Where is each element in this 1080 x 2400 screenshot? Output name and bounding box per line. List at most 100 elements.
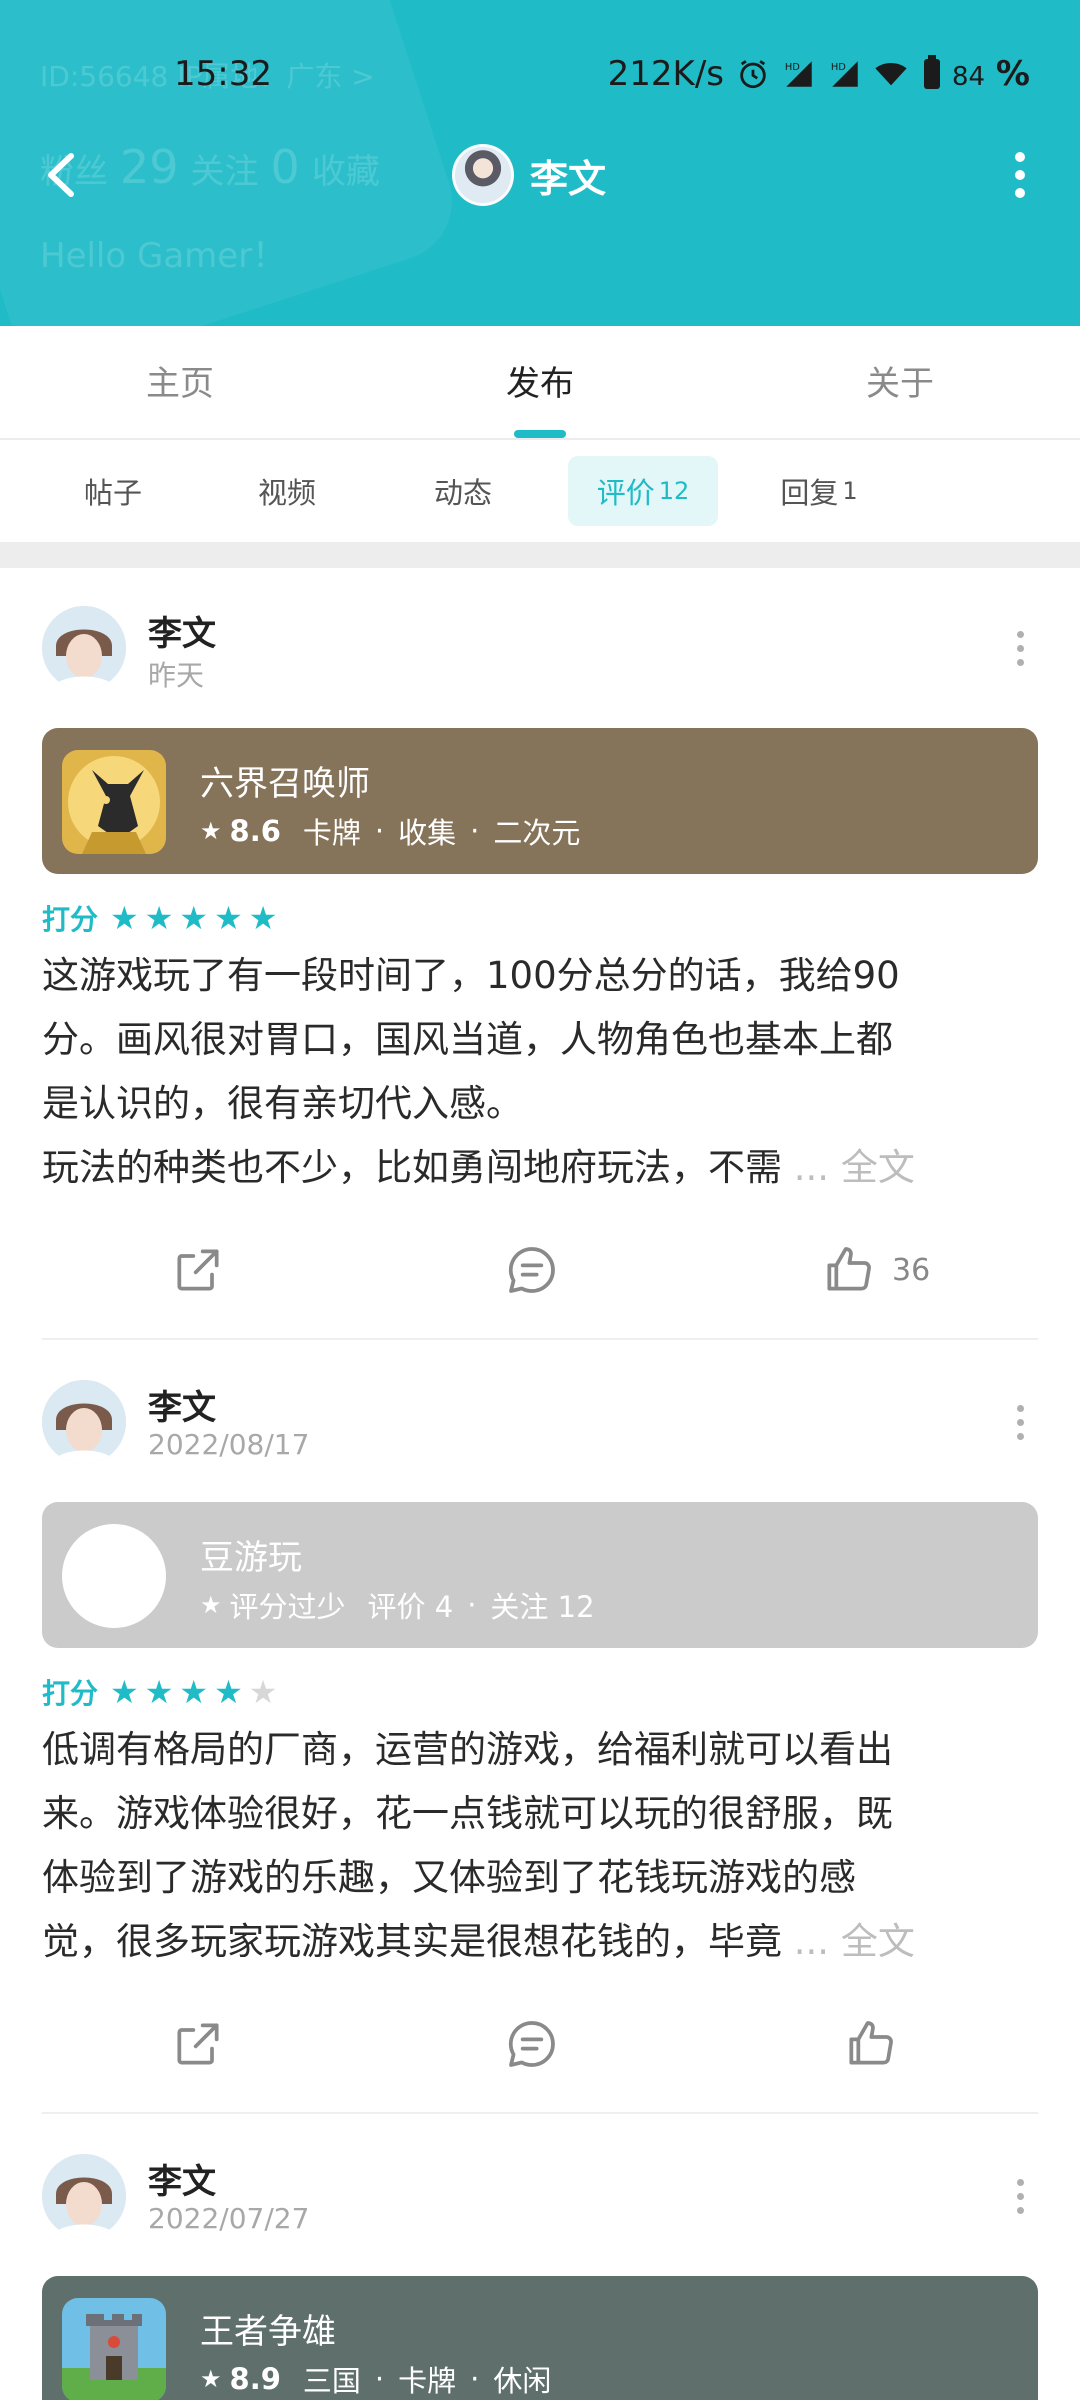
read-full-link[interactable]: 全文 [841, 1920, 915, 1963]
game-meta: ★ 评分过少 评价 4 · 关注 12 [200, 1584, 595, 1626]
profile-header: ID:56648 IP属地：广东 > 粉丝 29 关注 0 收藏 Hello Gamer… [0, 0, 1080, 326]
star-icon: ★ [200, 817, 222, 845]
subtab-reviews[interactable]: 评价 12 [568, 456, 718, 526]
like-count: 36 [892, 1252, 931, 1288]
review-actions [0, 2004, 1080, 2084]
subtab-posts[interactable]: 帖子 [38, 456, 188, 526]
review-more-button[interactable] [1000, 2166, 1040, 2226]
tab-home[interactable]: 主页 [80, 356, 280, 405]
game-tag: 关注 12 [490, 1590, 595, 1624]
comment-button[interactable] [504, 1230, 560, 1310]
star-icon: ★ [214, 1673, 243, 1711]
review-card: 李文 2022/07/27 王者争雄 ★ 8.9 三国 · 卡牌 · 休闲 [0, 2116, 1080, 2400]
game-tag: 评价 4 [367, 1590, 454, 1624]
game-tag: 收集 [398, 816, 457, 850]
review-card: 李文 2022/08/17 豆游玩 ★ 评分过少 评价 4 · 关注 12 打分 … [0, 1342, 1080, 2114]
star-icon: ★ [200, 1591, 222, 1619]
back-button[interactable] [30, 140, 90, 210]
comment-button[interactable] [504, 2004, 560, 2084]
tab-publish[interactable]: 发布 [440, 356, 640, 405]
share-icon [177, 2023, 219, 2065]
signal-hd-icon: HD [785, 61, 812, 87]
ellipsis: ... [793, 1146, 830, 1189]
game-card[interactable]: 豆游玩 ★ 评分过少 评价 4 · 关注 12 [42, 1502, 1038, 1648]
chevron-left-icon [48, 153, 74, 197]
nav-title: 李文 [530, 156, 607, 201]
review-actions: 36 [0, 1230, 1080, 1310]
star-icon: ★ [179, 899, 209, 937]
nav-avatar [452, 144, 514, 206]
network-speed: 212K/s [607, 54, 725, 94]
game-title: 六界召唤师 [200, 764, 370, 804]
svg-text:HD: HD [831, 62, 846, 73]
user-avatar-image [42, 1380, 126, 1464]
review-author[interactable]: 李文 [148, 2154, 216, 2203]
star-icon: ★ [214, 899, 243, 937]
game-meta: ★ 8.9 三国 · 卡牌 · 休闲 [200, 2358, 551, 2400]
review-text-line-last: 觉，很多玩家玩游戏其实是很想花钱的，毕竟 ... 全文 [42, 1920, 915, 1963]
review-author[interactable]: 李文 [148, 1380, 216, 1429]
comment-icon [508, 1247, 555, 1293]
review-text-line: 低调有格局的厂商，运营的游戏，给福利就可以看出 [42, 1728, 893, 1771]
game-score: 8.9 [229, 2362, 281, 2396]
battery-level: 84 % [952, 54, 1030, 94]
star-empty-icon: ★ [248, 1673, 278, 1711]
avatar[interactable] [42, 2154, 126, 2238]
nav-title-group: 李文 [452, 144, 606, 206]
game-icon [62, 2298, 166, 2400]
more-vertical-icon [1015, 152, 1025, 162]
star-icon: ★ [200, 2365, 222, 2393]
review-more-button[interactable] [1000, 1392, 1040, 1452]
nav-bar: 李文 [0, 130, 1080, 220]
game-tag: 二次元 [493, 816, 581, 850]
review-date: 2022/08/17 [148, 1428, 310, 1461]
subtab-videos[interactable]: 视频 [212, 456, 362, 526]
thumbs-up-icon [849, 2021, 893, 2065]
rating-label: 打分 [42, 903, 99, 936]
subtab-replies[interactable]: 回复 1 [744, 456, 894, 526]
star-icon: ★ [144, 899, 174, 937]
divider [42, 2112, 1038, 2114]
game-tag: 休闲 [493, 2364, 552, 2398]
rating-row: 打分 ★ ★ ★ ★ ★ [42, 1672, 283, 1712]
game-title: 豆游玩 [200, 1538, 302, 1578]
game-icon [62, 750, 166, 854]
like-button[interactable] [842, 2004, 898, 2084]
game-card[interactable]: 王者争雄 ★ 8.9 三国 · 卡牌 · 休闲 [42, 2276, 1038, 2400]
svg-text:HD: HD [785, 62, 800, 73]
dog-game-icon [62, 750, 166, 854]
wifi-icon [875, 63, 907, 86]
share-button[interactable] [170, 1230, 226, 1310]
review-text-line: 分。画风很对胃口，国风当道，人物角色也基本上都 [42, 1018, 893, 1061]
game-tag: 卡牌 [302, 816, 361, 850]
review-text[interactable]: 低调有格局的厂商，运营的游戏，给福利就可以看出 来。游戏体验很好，花一点钱就可以… [42, 1718, 1038, 1974]
battery-icon [924, 55, 941, 89]
review-text[interactable]: 这游戏玩了有一段时间了，100分总分的话，我给90 分。画风很对胃口，国风当道，… [42, 944, 1038, 1200]
like-button[interactable]: 36 [820, 1230, 930, 1310]
review-card: 李文 昨天 六界召唤师 ★ 8.6 卡牌 · 收集 · 二次元 打分 ★ ★ ★ ★… [0, 568, 1080, 1340]
avatar[interactable] [42, 606, 126, 690]
game-title: 王者争雄 [200, 2312, 336, 2352]
game-score: 8.6 [229, 814, 281, 848]
user-avatar-image [42, 2154, 126, 2238]
user-avatar-image [42, 606, 126, 690]
main-tabs: 主页 发布 关于 [0, 326, 1080, 440]
share-icon [177, 1249, 219, 1291]
review-more-button[interactable] [1000, 618, 1040, 678]
read-full-link[interactable]: 全文 [841, 1146, 915, 1189]
review-date: 昨天 [148, 659, 205, 692]
review-text-line-last: 玩法的种类也不少，比如勇闯地府玩法，不需 ... 全文 [42, 1146, 915, 1189]
avatar[interactable] [42, 1380, 126, 1464]
game-card[interactable]: 六界召唤师 ★ 8.6 卡牌 · 收集 · 二次元 [42, 728, 1038, 874]
game-icon-placeholder [62, 1524, 166, 1628]
share-button[interactable] [170, 2004, 226, 2084]
review-author[interactable]: 李文 [148, 606, 216, 655]
more-button[interactable] [990, 140, 1050, 210]
review-text-line: 体验到了游戏的乐趣，又体验到了花钱玩游戏的感 [42, 1856, 856, 1899]
ellipsis: ... [793, 1920, 830, 1963]
tab-indicator [514, 430, 566, 438]
subtab-moments[interactable]: 动态 [388, 456, 538, 526]
ghost-bio: Hello Gamer！ [40, 236, 287, 276]
game-score: 评分过少 [229, 1590, 346, 1624]
tab-about[interactable]: 关于 [800, 356, 1000, 405]
